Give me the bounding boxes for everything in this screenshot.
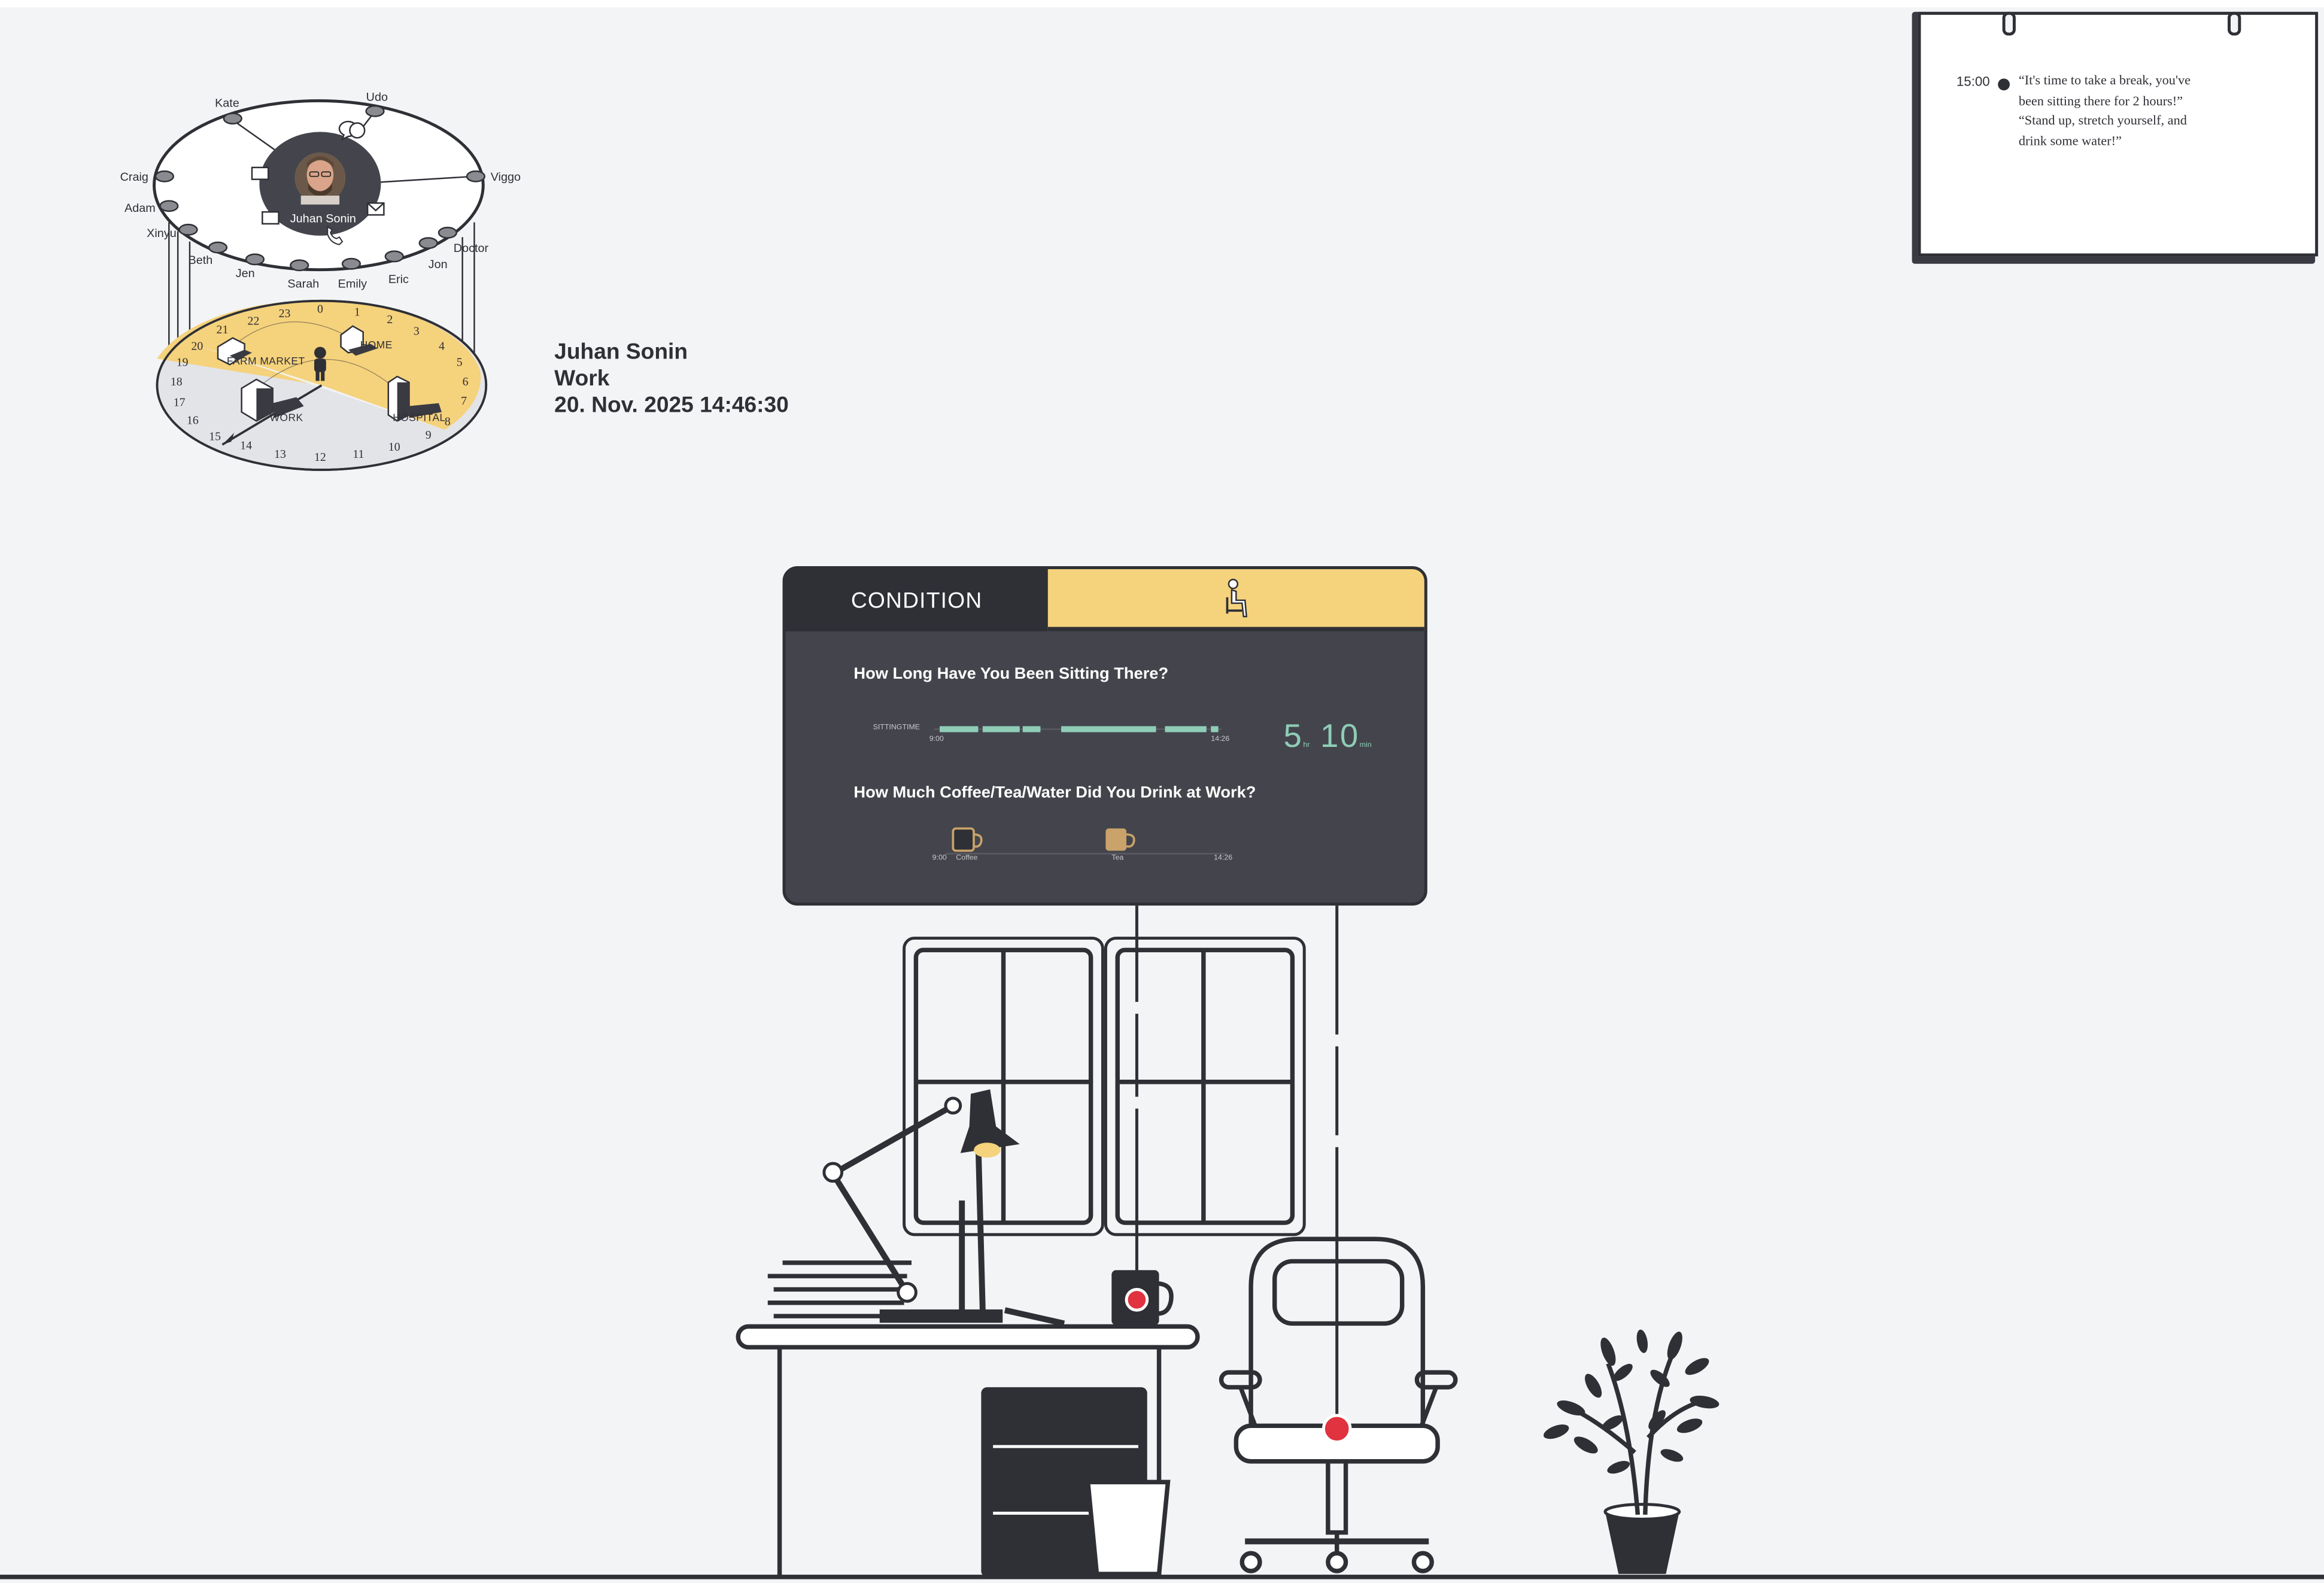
mug-icon xyxy=(1111,1270,1174,1325)
desk-lamp-icon xyxy=(822,1089,1020,1323)
drink-end-time: 14:26 xyxy=(1214,853,1233,863)
hours-unit: hr xyxy=(1303,741,1310,751)
sitting-time-label: SITTINGTIME xyxy=(873,723,921,733)
tab-sitting[interactable] xyxy=(1047,569,1424,631)
drinks-question: How Much Coffee/Tea/Water Did You Drink … xyxy=(853,784,1256,802)
pen-icon xyxy=(1004,1307,1065,1327)
sitting-duration: 5hr 10min xyxy=(1284,718,1372,756)
minutes-unit: min xyxy=(1359,741,1372,751)
sitting-hours: 5 xyxy=(1283,717,1304,755)
drinks-timeline xyxy=(945,827,1228,855)
window-left xyxy=(903,937,1104,1236)
drink-start-time: 9:00 xyxy=(932,853,947,863)
sitting-end-time: 14:26 xyxy=(1211,735,1230,745)
sitting-timeline xyxy=(934,726,1222,733)
drink-label-tea: Tea xyxy=(1111,853,1124,863)
trash-bin xyxy=(1085,1479,1171,1576)
coffee-cup-icon xyxy=(952,827,983,852)
tea-cup-icon xyxy=(1105,828,1135,851)
scene: Kate Udo Craig Viggo Adam Xinyu Doctor B… xyxy=(0,0,2324,1583)
potted-plant-icon xyxy=(1544,1329,1720,1574)
panel-tabs: CONDITION xyxy=(785,569,1424,631)
sitting-minutes: 10 xyxy=(1320,717,1360,755)
tab-condition[interactable]: CONDITION xyxy=(785,569,1048,631)
sitting-question: How Long Have You Been Sitting There? xyxy=(853,665,1169,683)
drink-label-coffee: Coffee xyxy=(956,853,978,863)
sitting-person-icon xyxy=(1226,578,1248,617)
sitting-start-time: 9:00 xyxy=(929,735,944,745)
condition-panel: CONDITION How Long Have You Been Sitting… xyxy=(782,566,1427,906)
book-stack xyxy=(767,1260,912,1318)
